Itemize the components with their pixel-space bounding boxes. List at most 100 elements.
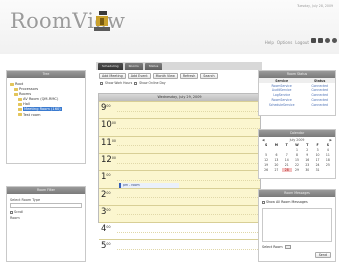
hour-row[interactable]: 1100	[99, 135, 260, 153]
hour-label: 1000	[101, 120, 116, 131]
hour-row[interactable]: 300	[99, 204, 260, 222]
calendar-day[interactable]: 13	[271, 158, 281, 162]
calendar-day[interactable]: 25	[323, 163, 333, 167]
tree-item-test-room[interactable]: Test room	[10, 113, 82, 118]
search-button[interactable]: Search	[200, 73, 218, 79]
calendar-day[interactable]: 5	[261, 153, 271, 157]
room-icon	[18, 107, 22, 111]
show-all-messages-label: Show All Room Messages	[266, 200, 308, 204]
messages-panel-title: Room Messages	[259, 190, 335, 197]
header-icons	[311, 38, 337, 43]
calendar-event[interactable]: pm - room	[119, 183, 179, 188]
calendar-day[interactable]: 19	[261, 163, 271, 167]
calendar-day[interactable]: 27	[271, 168, 281, 172]
hour-row[interactable]: 500	[99, 239, 260, 256]
prev-month-icon[interactable]: ◀	[262, 138, 264, 142]
folder-icon	[10, 82, 14, 86]
add-meeting-button[interactable]: Add Meeting	[99, 73, 126, 79]
weekday-header: M	[274, 143, 278, 147]
status-row: ScheduleService Connected	[259, 102, 335, 107]
tree-panel-title: Tree	[7, 71, 85, 78]
calendar-day[interactable]: 17	[312, 158, 322, 162]
weekday-header: T	[285, 143, 288, 147]
calendar-day[interactable]: 6	[271, 153, 281, 157]
calendar-day[interactable]: 3	[312, 148, 322, 152]
calendar-day[interactable]: 26	[261, 168, 271, 172]
room-status-panel: Room Status Service Status RoomService Co…	[258, 70, 336, 116]
online-day-checkbox[interactable]	[134, 81, 138, 85]
calendar-day[interactable]: 8	[292, 153, 302, 157]
calendar-day[interactable]: 16	[302, 158, 312, 162]
tab-status[interactable]: Status	[144, 63, 163, 70]
refresh-button[interactable]: Refresh	[179, 73, 199, 79]
hour-row[interactable]: 400	[99, 222, 260, 239]
calendar-day[interactable]: 12	[261, 158, 271, 162]
help-link[interactable]: Help	[265, 40, 274, 45]
header-links: Help Options Logout	[265, 40, 309, 45]
calendar-day[interactable]: 14	[282, 158, 292, 162]
filter-panel-title: Room Filter	[7, 187, 85, 194]
hour-label: 300	[101, 206, 111, 217]
calendar-day[interactable]: 24	[312, 163, 322, 167]
calendar-day[interactable]: 18	[323, 158, 333, 162]
status-cell: Connected	[311, 102, 329, 107]
list-icon[interactable]	[318, 38, 323, 43]
room-icon	[18, 97, 22, 101]
calendar-day[interactable]: 20	[271, 163, 281, 167]
next-month-icon[interactable]: ▶	[330, 138, 332, 142]
calendar-day[interactable]: 22	[292, 163, 302, 167]
options-link[interactable]: Options	[277, 40, 292, 45]
filter-option-room[interactable]: Room	[7, 214, 85, 220]
hour-row[interactable]: 900	[99, 101, 260, 118]
work-hours-checkbox[interactable]	[100, 81, 103, 85]
logout-link[interactable]: Logout	[295, 40, 309, 45]
weekday-header: S	[326, 143, 329, 147]
weekday-header: F	[316, 143, 319, 147]
calendar-day[interactable]: 1	[292, 148, 302, 152]
calendar-day[interactable]: 28	[281, 168, 292, 172]
calendar-day[interactable]: 23	[302, 163, 312, 167]
logo-figure-icon	[94, 11, 110, 31]
month-view-button[interactable]: Month View	[152, 73, 178, 79]
info-icon[interactable]	[332, 38, 337, 43]
mini-calendar-panel: Calendar ◀ July 2009 ▶ SMTWTFS1234567891…	[258, 129, 336, 179]
tab-scheduling[interactable]: Scheduling	[98, 63, 123, 70]
hour-row[interactable]: 1200	[99, 152, 260, 170]
messages-list[interactable]	[262, 208, 332, 242]
calendar-day-header: Wednesday, July 29, 2009	[99, 94, 260, 101]
hour-row[interactable]: 1000	[99, 118, 260, 135]
room-icon	[18, 113, 22, 117]
status-panel-title: Room Status	[259, 71, 335, 78]
settings-icon[interactable]	[325, 38, 330, 43]
filter-label: Select Room Type	[10, 198, 41, 202]
calendar-day[interactable]: 9	[302, 153, 312, 157]
add-event-button[interactable]: Add Event	[127, 73, 151, 79]
calendar-day[interactable]: 30	[302, 168, 312, 172]
mini-calendar-grid: S M T W T F S 1 2 3 4 5 6 7 8 9 10 11 12 13 14 15 16 17 18 19 20 21…	[259, 143, 335, 172]
grid-icon[interactable]	[311, 38, 316, 43]
calendar-day[interactable]: 31	[312, 168, 322, 172]
calendar-day[interactable]: 21	[282, 163, 292, 167]
room-filter-panel: Room Filter Select Room Type Scroll Room	[6, 186, 86, 262]
tab-rooms[interactable]: Rooms	[124, 63, 143, 70]
folder-icon	[14, 92, 18, 96]
hour-label: 500	[101, 241, 111, 252]
select-room-dropdown[interactable]	[284, 245, 291, 249]
calendar-day	[261, 148, 271, 152]
select-room-label: Select Room	[262, 245, 283, 249]
mini-calendar-month: July 2009	[289, 138, 305, 142]
calendar-day[interactable]: 2	[302, 148, 312, 152]
calendar-day[interactable]: 29	[292, 168, 302, 172]
calendar-day[interactable]: 10	[312, 153, 322, 157]
hour-label: 1200	[101, 154, 116, 165]
hour-row[interactable]: 200	[99, 187, 260, 205]
calendar-day[interactable]: 11	[323, 153, 333, 157]
checkbox[interactable]	[10, 210, 13, 214]
main-tabs: Scheduling Rooms Status	[96, 62, 262, 70]
calendar-day	[271, 148, 281, 152]
calendar-day[interactable]: 7	[282, 153, 292, 157]
calendar-day[interactable]: 15	[292, 158, 302, 162]
calendar-day[interactable]: 4	[323, 148, 333, 152]
show-all-messages-checkbox[interactable]	[262, 200, 265, 204]
send-button[interactable]: Send	[314, 252, 331, 258]
